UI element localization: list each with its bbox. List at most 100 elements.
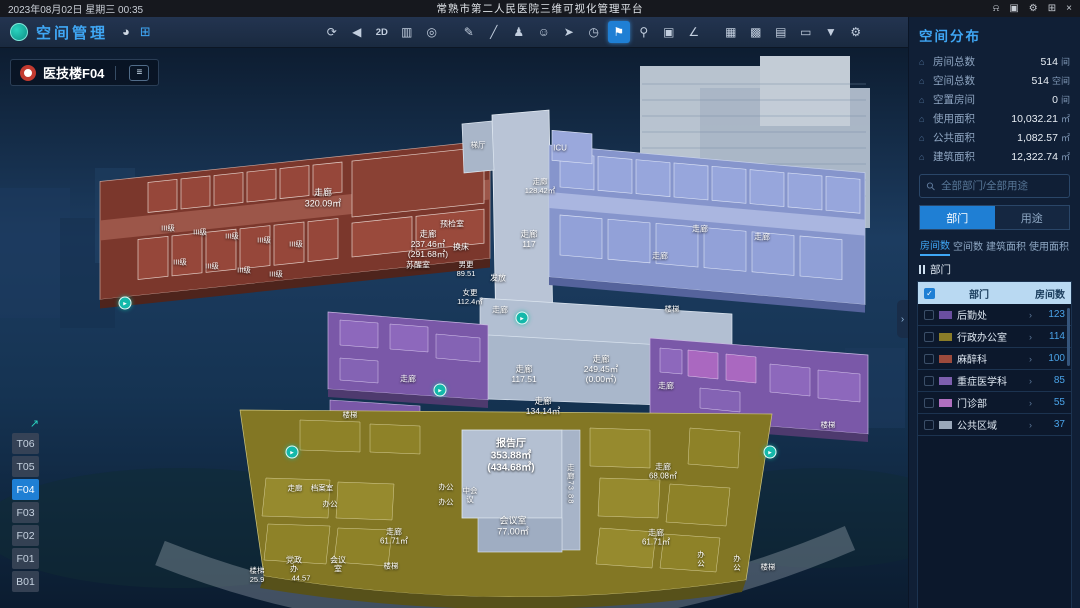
stat-value: 12,322.74 [1011,151,1058,163]
floor-button-f01[interactable]: F01 [12,548,39,569]
table-header: ✓ 部门 房间数 [918,282,1071,304]
scene-3d-view[interactable]: 走廊320.09㎡III级III级III级III级III级III级III级III… [0,48,908,608]
flag-icon[interactable]: ⚑ [608,21,630,43]
table-row[interactable]: 公共区域›37 [918,414,1071,436]
bell-icon[interactable]: ⍾ [993,3,1000,14]
layers-icon[interactable]: ▥ [396,21,418,43]
subtab-building-area[interactable]: 建筑面积 [986,235,1026,255]
stat-row: ⌂空置房间0间 [919,90,1070,109]
dept-color-swatch [939,421,952,429]
tab-department[interactable]: 部门 [920,206,995,229]
pen-icon[interactable]: ✎ [458,21,480,43]
table-row[interactable]: 行政办公室›114 [918,326,1071,348]
sidebar-collapse-handle[interactable]: › [897,300,908,338]
time-icon[interactable]: ◷ [583,21,605,43]
screenshot-icon[interactable]: ▣ [1009,3,1018,14]
table-row[interactable]: 重症医学科›85 [918,370,1071,392]
dept-color-swatch [939,355,952,363]
column-department: 部门 [940,286,1018,301]
stat-label: 使用面积 [933,111,975,126]
camera-marker[interactable]: ▸ [119,297,132,310]
camera-marker[interactable]: ▸ [516,312,529,325]
chevron-right-icon: › [1029,420,1032,430]
room-count: 100 [1037,353,1065,364]
floor-button-f04[interactable]: F04 [12,479,39,500]
building-icon: ⌂ [919,152,933,162]
list-icon[interactable]: ▤ [770,21,792,43]
floor-button-f02[interactable]: F02 [12,525,39,546]
view-2d-icon[interactable]: 2D [371,21,393,43]
stat-label: 房间总数 [933,54,975,69]
stat-unit: 间 [1061,93,1070,106]
visibility-icon[interactable]: ◎ [421,21,443,43]
dept-name: 后勤处 [957,307,1024,322]
chevron-right-icon: › [1029,310,1032,320]
app-logo [10,23,28,41]
search-box: ⚲ [919,174,1070,198]
note-icon[interactable]: ▭ [795,21,817,43]
select-all-checkbox[interactable]: ✓ [924,288,935,299]
building-badge-label: 医技楼F04 [43,63,104,82]
stat-label: 建筑面积 [933,149,975,164]
measure-icon[interactable]: ╱ [483,21,505,43]
stat-value: 514 [1031,75,1049,87]
rotate-icon[interactable]: ⟳ [321,21,343,43]
camera-marker[interactable]: ▸ [764,446,777,459]
layout-grid-icon[interactable]: ⊞ [140,24,151,40]
filter-icon[interactable]: ▼ [820,21,842,43]
table-row[interactable]: 麻醉科›100 [918,348,1071,370]
building-icon: ⌂ [919,76,933,86]
tab-usage[interactable]: 用途 [995,206,1070,229]
person-icon[interactable]: ♟ [508,21,530,43]
grid-icon[interactable]: ▦ [720,21,742,43]
stat-unit: ㎡ [1061,112,1070,125]
floor-button-b01[interactable]: B01 [12,571,39,592]
tab-group: 部门用途 [919,205,1070,230]
subtab-group: 房间数空间数建筑面积使用面积 [919,233,1070,256]
floor-button-f03[interactable]: F03 [12,502,39,523]
apps-icon[interactable]: ⊞ [1048,3,1056,14]
face-icon[interactable]: ☺ [533,21,555,43]
row-checkbox[interactable] [924,310,934,320]
edit-icon[interactable]: ▣ [658,21,680,43]
table-row[interactable]: 门诊部›55 [918,392,1071,414]
sidebar-panel: 空间分布 ⌂房间总数514间⌂空间总数514空间⌂空置房间0间⌂使用面积10,0… [908,17,1080,608]
grid-add-icon[interactable]: ▩ [745,21,767,43]
room-count: 114 [1037,331,1065,342]
row-checkbox[interactable] [924,354,934,364]
stat-unit: ㎡ [1061,131,1070,144]
dept-color-swatch [939,311,952,319]
row-checkbox[interactable] [924,332,934,342]
stat-value: 1,082.57 [1017,132,1058,144]
hospital-logo-icon [20,65,36,81]
angle-icon[interactable]: ∠ [683,21,705,43]
stat-value: 0 [1052,94,1058,106]
floor-button-t05[interactable]: T05 [12,456,39,477]
camera-marker[interactable]: ▸ [434,384,447,397]
search-input[interactable] [941,180,1062,192]
row-checkbox[interactable] [924,420,934,430]
pie-chart-icon[interactable]: ◕ [122,24,130,40]
table-scrollbar[interactable] [1067,308,1070,366]
close-icon[interactable]: × [1066,3,1072,14]
expand-icon[interactable]: ↗ [12,417,39,431]
left-tools: ◕⊞ [122,24,151,40]
subtab-usable-area[interactable]: 使用面积 [1029,235,1069,255]
roam-icon[interactable]: ➤ [558,21,580,43]
building-icon: ⌂ [919,114,933,124]
camera-marker[interactable]: ▸ [286,446,299,459]
subtab-room-count[interactable]: 房间数 [920,234,950,256]
row-checkbox[interactable] [924,398,934,408]
building-badge: 医技楼F04 ≡ [10,59,159,86]
subtab-space-count[interactable]: 空间数 [953,235,983,255]
search-tool-icon[interactable]: ⚲ [633,21,655,43]
badge-menu-icon[interactable]: ≡ [129,65,149,81]
row-checkbox[interactable] [924,376,934,386]
stats-list: ⌂房间总数514间⌂空间总数514空间⌂空置房间0间⌂使用面积10,032.21… [909,52,1080,166]
gear-icon[interactable]: ⚙ [845,21,867,43]
table-row[interactable]: 后勤处›123 [918,304,1071,326]
floor-button-t06[interactable]: T06 [12,433,39,454]
badge-divider [115,66,116,80]
settings-icon[interactable]: ⚙ [1029,3,1038,14]
select-icon[interactable]: ◀ [346,21,368,43]
